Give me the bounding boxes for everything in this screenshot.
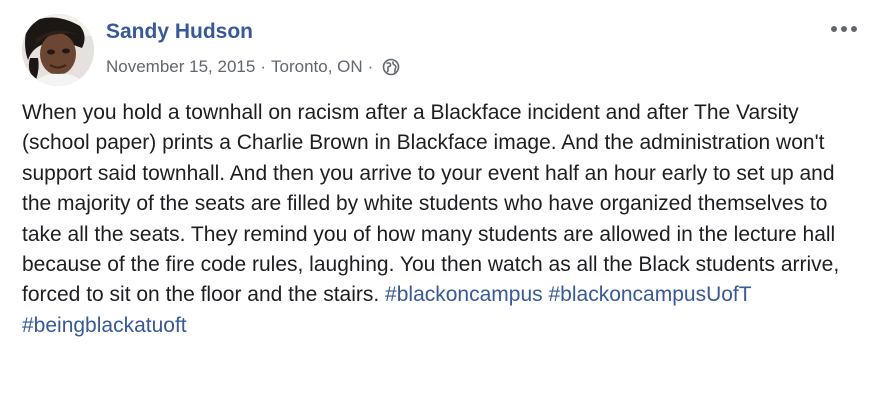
facebook-post: Sandy Hudson November 15, 2015 · Toronto… — [0, 0, 878, 400]
hashtag-link[interactable]: #blackoncampus — [385, 283, 543, 306]
post-meta: November 15, 2015 · Toronto, ON · — [106, 57, 400, 77]
post-text: When you hold a townhall on racism after… — [22, 101, 840, 307]
meta-separator: · — [367, 57, 374, 76]
author-avatar[interactable] — [22, 14, 94, 86]
author-name[interactable]: Sandy Hudson — [106, 20, 253, 44]
post-body: When you hold a townhall on racism after… — [22, 98, 862, 341]
globe-icon[interactable] — [382, 58, 400, 76]
post-header: Sandy Hudson November 15, 2015 · Toronto… — [22, 14, 862, 86]
hashtag-link[interactable]: #beingblackatuoft — [22, 314, 187, 337]
more-options-icon[interactable] — [826, 16, 862, 42]
post-date[interactable]: November 15, 2015 — [106, 57, 255, 77]
meta-separator: · — [260, 57, 266, 76]
hashtag-link[interactable]: #blackoncampusUofT — [548, 283, 751, 306]
avatar-photo — [22, 14, 94, 86]
post-location[interactable]: Toronto, ON — [271, 57, 363, 77]
